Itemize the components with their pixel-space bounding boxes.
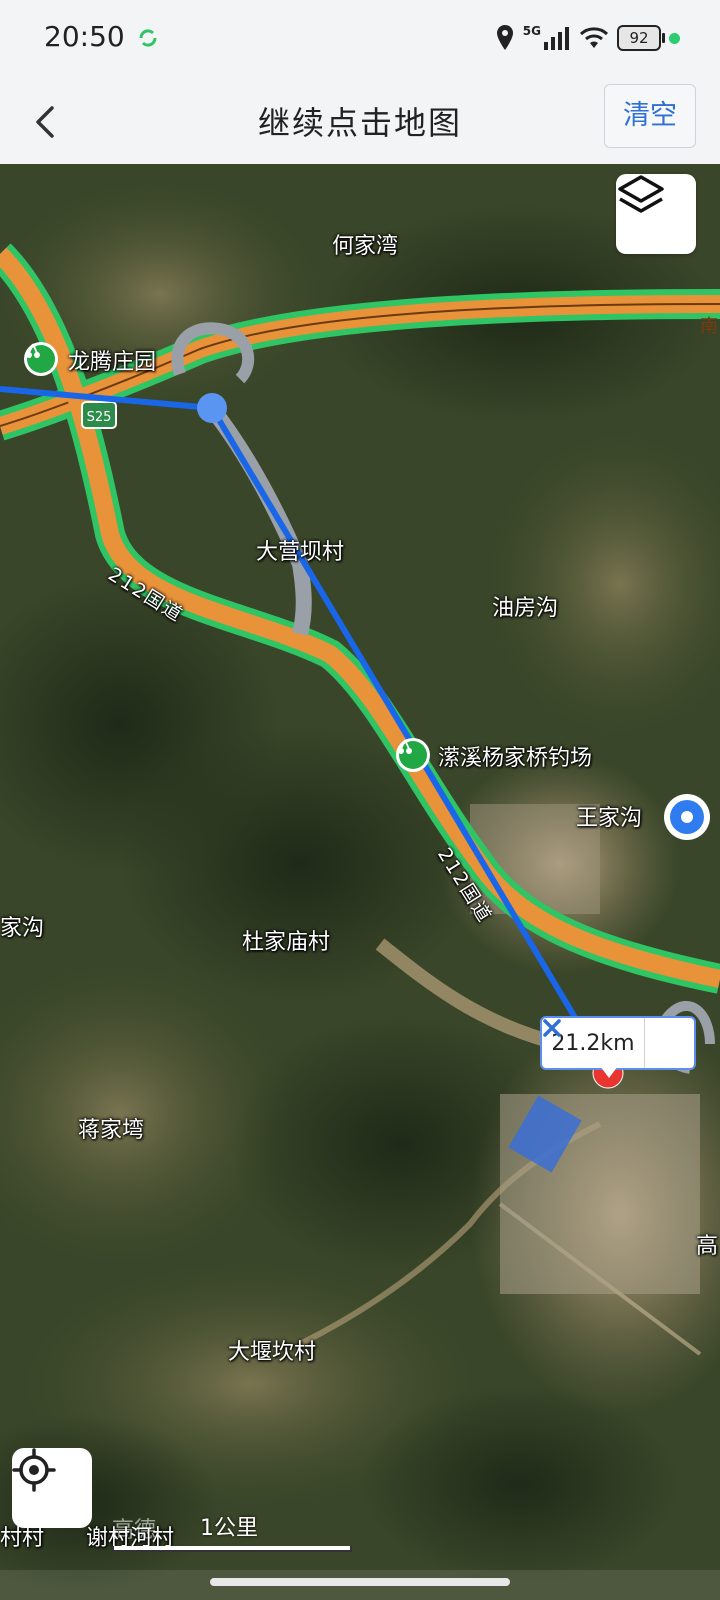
place-label: 王家沟 bbox=[576, 806, 643, 831]
network-type: 5G bbox=[522, 24, 541, 38]
wifi-icon bbox=[579, 27, 609, 48]
place-label: 大堰坎村 bbox=[228, 1340, 317, 1365]
layers-icon bbox=[618, 175, 664, 213]
distance-popup: 21.2km bbox=[540, 1016, 696, 1070]
place-label: 蒋家塆 bbox=[78, 1118, 145, 1143]
locate-me-button[interactable] bbox=[12, 1448, 92, 1528]
my-location-marker[interactable] bbox=[664, 794, 710, 840]
close-icon bbox=[543, 1019, 561, 1037]
location-icon bbox=[496, 25, 513, 50]
cherry-icon bbox=[26, 343, 40, 358]
place-label: 何家湾 bbox=[332, 234, 399, 259]
route-start-point bbox=[197, 393, 227, 423]
map-brand-logo: 高德 bbox=[112, 1518, 157, 1543]
road-label-edge: 南 bbox=[700, 316, 718, 337]
place-label: 潆溪杨家桥钓场 bbox=[438, 746, 593, 771]
place-label: 高 bbox=[696, 1234, 719, 1259]
svg-text:S25: S25 bbox=[87, 410, 112, 425]
layers-button[interactable] bbox=[616, 174, 696, 254]
place-label: 油房沟 bbox=[492, 596, 559, 621]
place-label: 龙腾庄园 bbox=[68, 350, 157, 375]
privacy-dot bbox=[669, 32, 680, 44]
scale-text: 1公里 bbox=[200, 1516, 258, 1541]
road-shield-s25: S25 bbox=[81, 401, 117, 429]
place-label: 大营坝村 bbox=[256, 540, 345, 565]
clear-button[interactable]: 清空 bbox=[604, 84, 696, 148]
status-icons: 5G 92 bbox=[495, 22, 680, 54]
cherry-icon bbox=[398, 739, 412, 754]
app-sync-icon bbox=[139, 29, 157, 47]
header-bar: 继续点击地图 清空 bbox=[0, 80, 720, 164]
crosshair-icon bbox=[12, 1448, 56, 1492]
place-label: 家沟 bbox=[0, 916, 45, 941]
status-bar: 20:50 5G 92 bbox=[0, 0, 720, 80]
status-time: 20:50 bbox=[44, 20, 125, 53]
popup-tail bbox=[600, 1066, 618, 1078]
home-indicator[interactable] bbox=[210, 1578, 510, 1586]
battery-indicator: 92 bbox=[617, 25, 665, 51]
map-view[interactable]: S25 212国道 212国道 南 何家湾 龙腾庄园 大营坝村 油房沟 潆溪杨家… bbox=[0, 164, 720, 1600]
poi-cherry-icon[interactable] bbox=[396, 738, 430, 772]
place-label: 杜家庙村 bbox=[242, 930, 331, 955]
poi-cherry-icon[interactable] bbox=[24, 342, 58, 376]
satellite-map: S25 bbox=[0, 164, 720, 1600]
signal-icon bbox=[544, 27, 569, 50]
close-measure-button[interactable] bbox=[543, 1018, 693, 1068]
scale-line bbox=[112, 1546, 352, 1552]
